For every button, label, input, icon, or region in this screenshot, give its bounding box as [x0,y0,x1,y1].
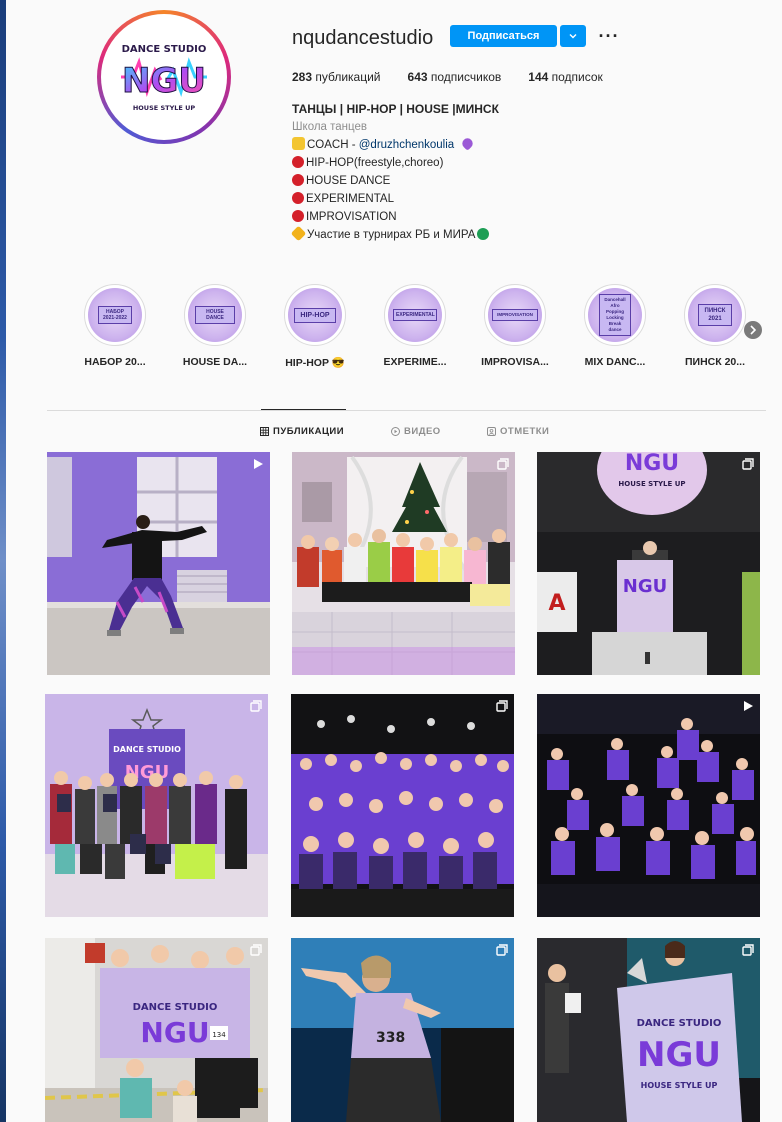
svg-text:DANCE STUDIO: DANCE STUDIO [637,1018,722,1029]
bio-line: Участие в турнирах РБ и МИРА [290,225,499,244]
carousel-icon [496,944,508,956]
post-image [292,452,515,675]
svg-text:134: 134 [212,1031,226,1039]
post-image: NGU HOUSE STYLE UP NGU A [537,452,760,675]
more-options-button[interactable]: ··· [598,25,620,47]
profile-tabs: ПУБЛИКАЦИИ ВИДЕО ОТМЕТКИ [47,426,766,440]
profile-bio: ТАНЦЫ | HIP-HOP | HOUSE |МИНСК Школа тан… [290,100,499,244]
bio-line: IMPROVISATION [292,208,499,226]
highlight-cover: HOUSE DANCE [184,284,246,346]
post-image: DANCE STUDIO NGU [45,694,268,917]
carousel-icon [250,700,262,712]
highlights-next-button[interactable] [744,321,762,339]
tag-icon [487,427,496,436]
post-tile[interactable]: NGU HOUSE STYLE UP NGU A [537,452,760,675]
bio-line: EXPERIMENTAL [292,190,499,208]
svg-text:338: 338 [376,1030,405,1046]
post-image: DANCE STUDIO NGU HOUSE STYLE UP [537,938,760,1122]
bio-line: HOUSE DANCE [292,172,499,190]
red-dot-icon [292,156,304,168]
green-globe-icon [477,228,490,240]
purple-heart-icon [460,136,476,151]
highlight-item[interactable]: Dancehall Afro Popping Locking Break dan… [570,284,660,368]
post-tile[interactable]: 338 [291,938,514,1122]
red-dot-icon [292,174,304,186]
svg-text:DANCE STUDIO: DANCE STUDIO [133,1002,218,1013]
post-image: DANCE STUDIO NGU 134 [45,938,268,1122]
svg-text:NGU: NGU [625,452,679,476]
carousel-icon [742,458,754,470]
avatar-image: DANCE STUDIO NGU HOUSE STYLE UP [101,14,227,140]
carousel-icon [496,700,508,712]
chevron-down-icon [569,34,577,39]
suggested-dropdown-button[interactable] [560,25,586,47]
coach-mention-link[interactable]: @druzhchenkoulia [359,139,454,151]
highlight-cover: Dancehall Afro Popping Locking Break dan… [584,284,646,346]
story-highlights: НАБОР 2021-2022 НАБОР 20... HOUSE DANCE … [64,284,764,374]
red-dot-icon [292,192,304,204]
post-image [47,452,270,675]
post-image [537,694,760,917]
highlight-cover: ПИНСК 2021 [684,284,746,346]
bio-category: Школа танцев [292,121,367,133]
grid-icon [260,427,269,436]
video-icon [744,701,753,711]
post-image: 338 [291,938,514,1122]
carousel-icon [497,458,509,470]
chevron-right-icon [750,325,757,335]
post-tile[interactable]: DANCE STUDIO NGU 134 [45,938,268,1122]
post-tile[interactable]: DANCE STUDIO NGU HOUSE STYLE UP [537,938,760,1122]
sparkle-icon [290,225,307,242]
video-icon [254,459,263,469]
svg-text:HOUSE STYLE UP: HOUSE STYLE UP [641,1081,718,1090]
studio-logo: DANCE STUDIO NGU HOUSE STYLE UP [114,27,214,127]
svg-text:A: A [548,591,565,616]
posts-count: 283 публикаций [292,70,381,84]
tab-video[interactable]: ВИДЕО [391,426,441,437]
following-count[interactable]: 144 подписок [528,70,603,84]
profile-page: DANCE STUDIO NGU HOUSE STYLE UP nqudance… [6,0,782,1122]
highlight-item[interactable]: HIP-HOP HIP-HOP 😎 [270,284,360,369]
profile-username: nqudancestudio [292,27,434,49]
follow-button[interactable]: Подписаться [450,25,557,47]
profile-stats: 283 публикаций 643 подписчиков 144 подпи… [292,70,630,84]
highlight-cover: EXPERIMENTAL [384,284,446,346]
profile-avatar[interactable]: DANCE STUDIO NGU HOUSE STYLE UP [97,10,231,144]
highlight-item[interactable]: НАБОР 2021-2022 НАБОР 20... [70,284,160,368]
carousel-icon [742,944,754,956]
bio-name: ТАНЦЫ | HIP-HOP | HOUSE |МИНСК [292,102,499,116]
highlight-cover: HIP-HOP [284,284,346,346]
svg-text:NGU: NGU [623,576,667,597]
post-tile[interactable] [47,452,270,675]
svg-text:HOUSE STYLE UP: HOUSE STYLE UP [618,480,685,488]
highlight-item[interactable]: IMPROVISATION IMPROVISA... [470,284,560,368]
carousel-icon [250,944,262,956]
tabs-divider [47,410,766,411]
active-tab-indicator [261,409,346,410]
followers-count[interactable]: 643 подписчиков [408,70,502,84]
coach-emoji-icon [292,137,305,150]
svg-text:DANCE STUDIO: DANCE STUDIO [122,44,207,55]
svg-text:NGU: NGU [140,1016,209,1049]
post-tile[interactable]: DANCE STUDIO NGU [45,694,268,917]
svg-text:HOUSE STYLE UP: HOUSE STYLE UP [133,104,196,112]
highlight-cover: IMPROVISATION [484,284,546,346]
tab-posts[interactable]: ПУБЛИКАЦИИ [260,426,344,437]
bio-coach-line: COACH - @druzhchenkoulia [292,136,499,154]
highlight-item[interactable]: HOUSE DANCE HOUSE DA... [170,284,260,368]
svg-text:NGU: NGU [122,61,206,101]
tab-tagged[interactable]: ОТМЕТКИ [487,426,549,437]
highlight-item[interactable]: EXPERIMENTAL EXPERIME... [370,284,460,368]
red-dot-icon [292,210,304,222]
post-image [291,694,514,917]
post-tile[interactable] [292,452,515,675]
svg-text:DANCE STUDIO: DANCE STUDIO [113,745,181,754]
post-tile[interactable] [537,694,760,917]
post-tile[interactable] [291,694,514,917]
play-circle-icon [391,427,400,436]
svg-text:NGU: NGU [637,1035,721,1075]
highlight-cover: НАБОР 2021-2022 [84,284,146,346]
bio-line: HIP-HOP(freestyle,choreo) [292,154,499,172]
